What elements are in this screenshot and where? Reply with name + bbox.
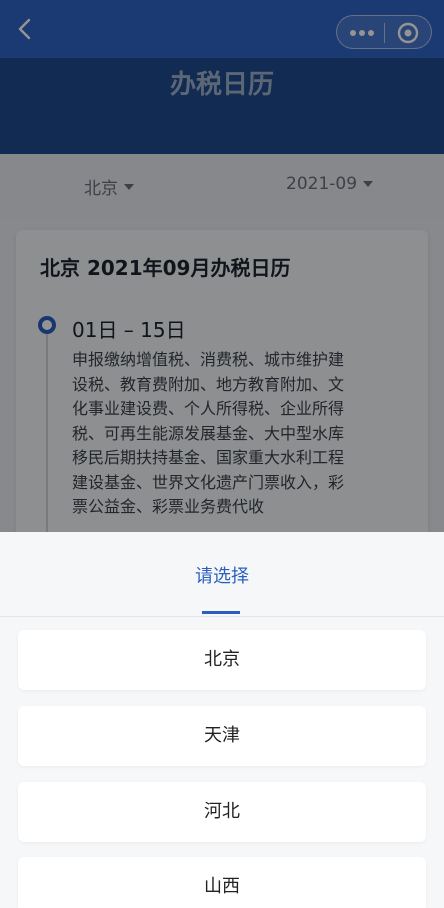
picker-title-underline	[202, 611, 240, 614]
region-picker-sheet: 请选择 北京 天津 河北 山西	[0, 532, 444, 908]
picker-title: 请选择	[195, 566, 249, 587]
picker-option-tianjin[interactable]: 天津	[18, 706, 426, 766]
picker-option-hebei[interactable]: 河北	[18, 782, 426, 842]
picker-option-shanxi[interactable]: 山西	[18, 857, 426, 908]
picker-option-beijing[interactable]: 北京	[18, 630, 426, 690]
picker-divider	[0, 616, 444, 617]
